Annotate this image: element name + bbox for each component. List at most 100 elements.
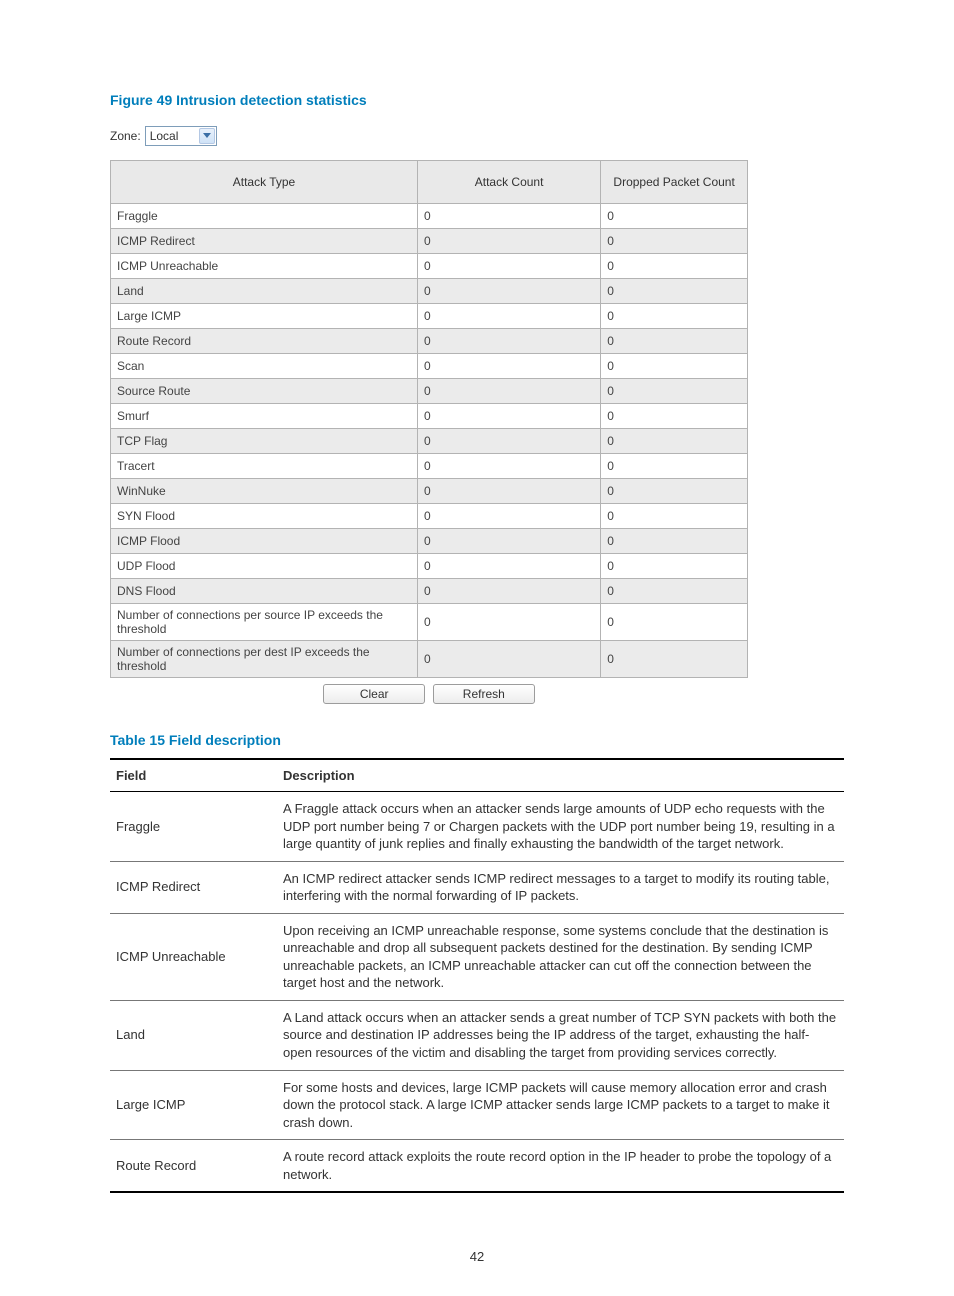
attack-count-cell: 0	[417, 554, 600, 579]
attack-type-cell: DNS Flood	[111, 579, 418, 604]
attack-type-cell: Tracert	[111, 454, 418, 479]
table-row: Smurf00	[111, 404, 748, 429]
description-cell: A Fraggle attack occurs when an attacker…	[277, 792, 844, 862]
attack-count-cell: 0	[417, 279, 600, 304]
table-row: Route Record00	[111, 329, 748, 354]
description-cell: A Land attack occurs when an attacker se…	[277, 1000, 844, 1070]
dropped-count-cell: 0	[601, 641, 748, 678]
table-row: ICMP UnreachableUpon receiving an ICMP u…	[110, 913, 844, 1000]
zone-select-value: Local	[146, 127, 198, 145]
attack-count-cell: 0	[417, 329, 600, 354]
zone-label: Zone:	[110, 129, 141, 143]
zone-select[interactable]: Local	[145, 126, 217, 146]
attack-type-cell: Large ICMP	[111, 304, 418, 329]
field-cell: ICMP Redirect	[110, 861, 277, 913]
attack-type-cell: TCP Flag	[111, 429, 418, 454]
desc-table: Field Description FraggleA Fraggle attac…	[110, 758, 844, 1193]
attack-count-cell: 0	[417, 454, 600, 479]
dropped-count-cell: 0	[601, 579, 748, 604]
attack-count-cell: 0	[417, 641, 600, 678]
field-cell: Route Record	[110, 1140, 277, 1193]
attack-count-cell: 0	[417, 404, 600, 429]
clear-button[interactable]: Clear	[323, 684, 425, 704]
desc-header-field: Field	[110, 759, 277, 792]
attack-count-cell: 0	[417, 479, 600, 504]
table-row: Tracert00	[111, 454, 748, 479]
dropped-count-cell: 0	[601, 304, 748, 329]
table-row: Number of connections per source IP exce…	[111, 604, 748, 641]
attack-count-cell: 0	[417, 579, 600, 604]
attack-type-cell: Route Record	[111, 329, 418, 354]
attack-count-cell: 0	[417, 529, 600, 554]
attack-count-cell: 0	[417, 254, 600, 279]
refresh-button[interactable]: Refresh	[433, 684, 535, 704]
table-row: Large ICMP00	[111, 304, 748, 329]
attack-type-cell: UDP Flood	[111, 554, 418, 579]
field-cell: ICMP Unreachable	[110, 913, 277, 1000]
description-cell: Upon receiving an ICMP unreachable respo…	[277, 913, 844, 1000]
dropped-count-cell: 0	[601, 529, 748, 554]
figure-title: Figure 49 Intrusion detection statistics	[110, 92, 844, 108]
page-number: 42	[0, 1249, 954, 1264]
table-row: SYN Flood00	[111, 504, 748, 529]
dropped-count-cell: 0	[601, 479, 748, 504]
dropped-count-cell: 0	[601, 254, 748, 279]
attack-count-cell: 0	[417, 229, 600, 254]
stats-table: Attack Type Attack Count Dropped Packet …	[110, 160, 748, 678]
description-cell: An ICMP redirect attacker sends ICMP red…	[277, 861, 844, 913]
dropped-count-cell: 0	[601, 504, 748, 529]
attack-type-cell: WinNuke	[111, 479, 418, 504]
attack-type-cell: Fraggle	[111, 204, 418, 229]
attack-count-cell: 0	[417, 354, 600, 379]
attack-count-cell: 0	[417, 304, 600, 329]
description-cell: For some hosts and devices, large ICMP p…	[277, 1070, 844, 1140]
table-row: UDP Flood00	[111, 554, 748, 579]
attack-count-cell: 0	[417, 429, 600, 454]
chevron-down-icon[interactable]	[199, 128, 215, 144]
table-row: ICMP RedirectAn ICMP redirect attacker s…	[110, 861, 844, 913]
table-row: Source Route00	[111, 379, 748, 404]
attack-type-cell: Source Route	[111, 379, 418, 404]
table-row: ICMP Redirect00	[111, 229, 748, 254]
attack-type-cell: Land	[111, 279, 418, 304]
attack-count-cell: 0	[417, 204, 600, 229]
dropped-count-cell: 0	[601, 329, 748, 354]
stats-header-drop: Dropped Packet Count	[601, 161, 748, 204]
field-cell: Land	[110, 1000, 277, 1070]
attack-type-cell: SYN Flood	[111, 504, 418, 529]
table-row: DNS Flood00	[111, 579, 748, 604]
table-row: Route RecordA route record attack exploi…	[110, 1140, 844, 1193]
dropped-count-cell: 0	[601, 354, 748, 379]
attack-count-cell: 0	[417, 504, 600, 529]
table-row: LandA Land attack occurs when an attacke…	[110, 1000, 844, 1070]
dropped-count-cell: 0	[601, 454, 748, 479]
table-row: TCP Flag00	[111, 429, 748, 454]
table-row: Large ICMPFor some hosts and devices, la…	[110, 1070, 844, 1140]
field-cell: Large ICMP	[110, 1070, 277, 1140]
description-cell: A route record attack exploits the route…	[277, 1140, 844, 1193]
stats-header-count: Attack Count	[417, 161, 600, 204]
action-row: Clear Refresh	[110, 684, 748, 704]
table-title: Table 15 Field description	[110, 732, 844, 748]
table-row: WinNuke00	[111, 479, 748, 504]
table-row: FraggleA Fraggle attack occurs when an a…	[110, 792, 844, 862]
dropped-count-cell: 0	[601, 204, 748, 229]
attack-type-cell: ICMP Unreachable	[111, 254, 418, 279]
stats-header-type: Attack Type	[111, 161, 418, 204]
table-row: Number of connections per dest IP exceed…	[111, 641, 748, 678]
attack-type-cell: Smurf	[111, 404, 418, 429]
dropped-count-cell: 0	[601, 604, 748, 641]
dropped-count-cell: 0	[601, 404, 748, 429]
attack-type-cell: ICMP Redirect	[111, 229, 418, 254]
attack-type-cell: Number of connections per dest IP exceed…	[111, 641, 418, 678]
field-cell: Fraggle	[110, 792, 277, 862]
attack-count-cell: 0	[417, 604, 600, 641]
attack-type-cell: ICMP Flood	[111, 529, 418, 554]
dropped-count-cell: 0	[601, 379, 748, 404]
zone-row: Zone: Local	[110, 126, 844, 146]
table-row: ICMP Unreachable00	[111, 254, 748, 279]
table-row: Scan00	[111, 354, 748, 379]
dropped-count-cell: 0	[601, 429, 748, 454]
dropped-count-cell: 0	[601, 229, 748, 254]
table-row: Fraggle00	[111, 204, 748, 229]
